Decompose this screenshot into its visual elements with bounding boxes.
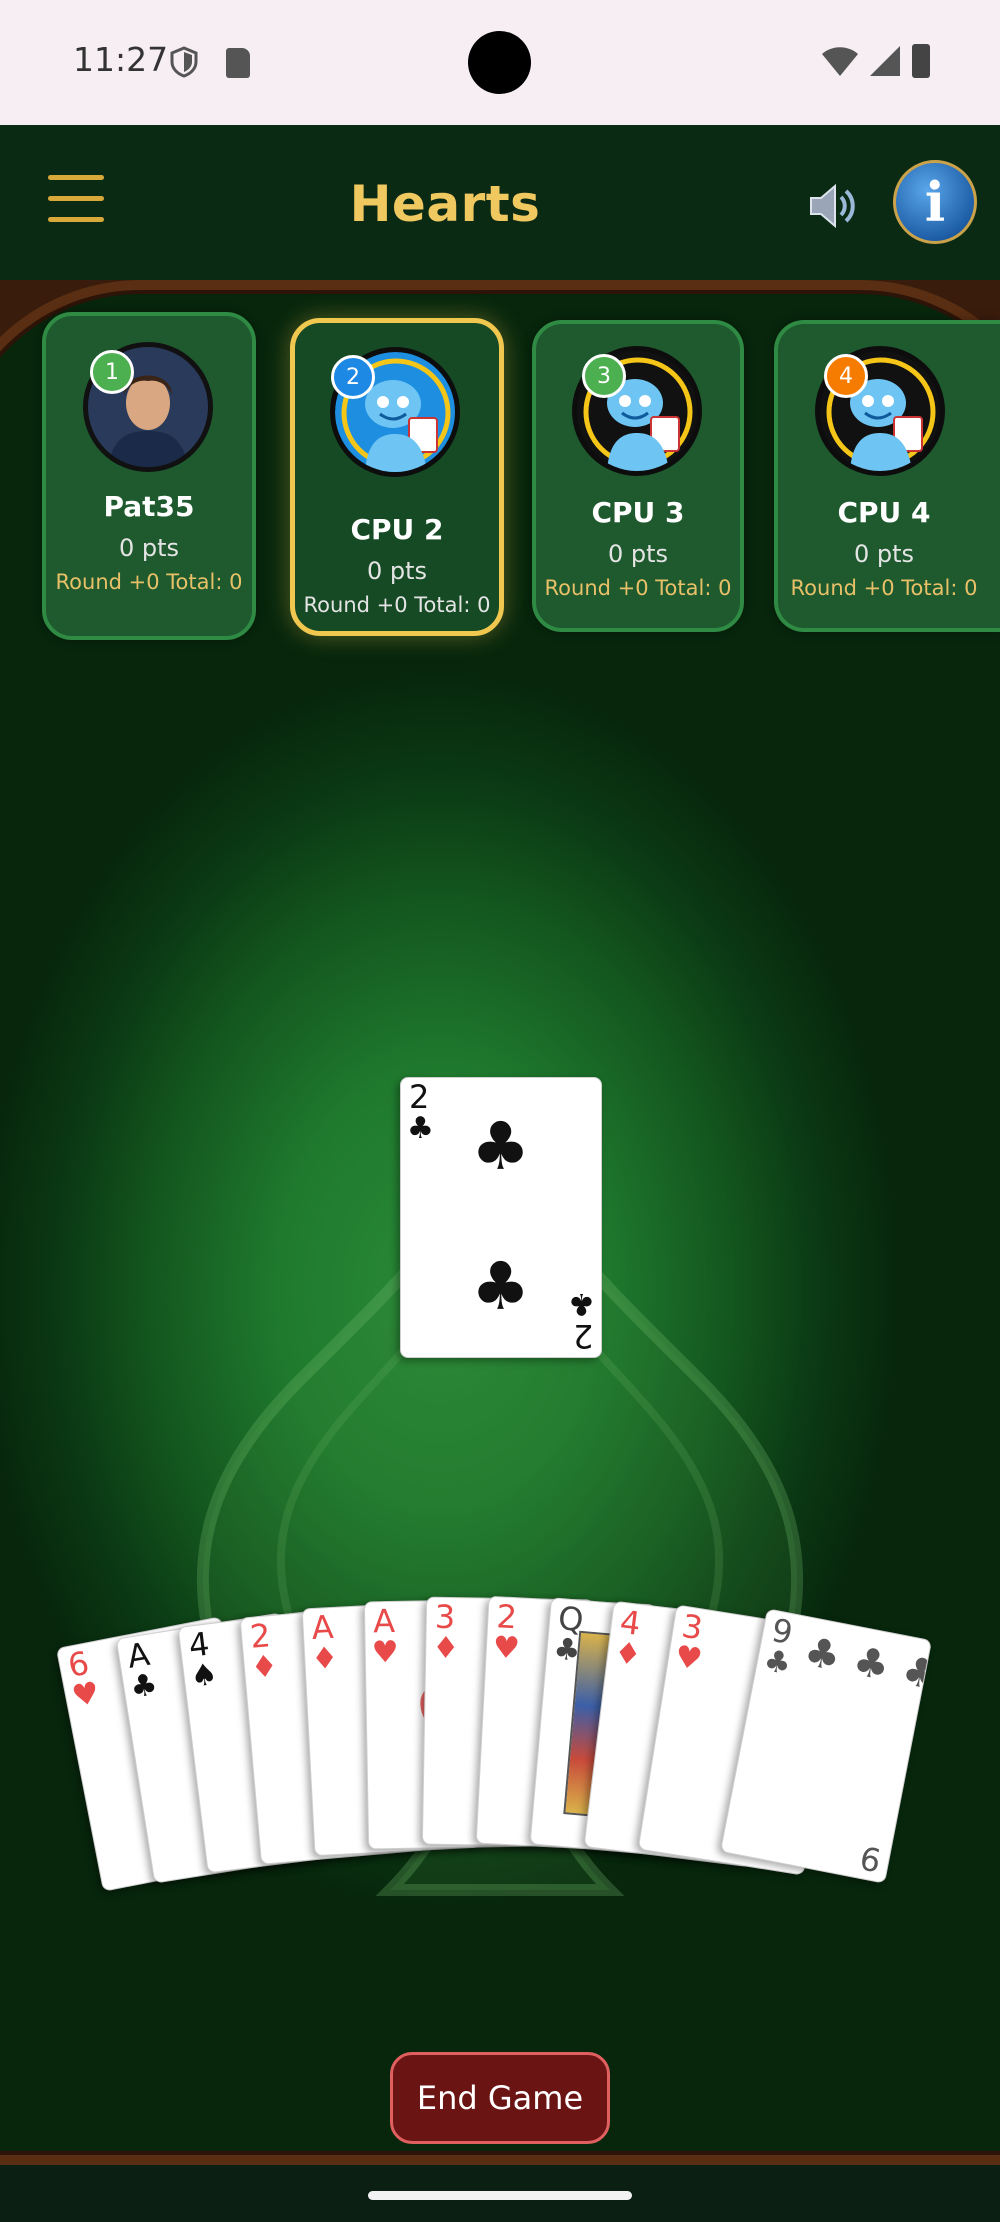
card-suit: ♦ [612,1635,644,1674]
card-rank-bottom: 2 [572,1317,593,1355]
card-suit: ♠ [188,1656,220,1695]
card-suit: ♦ [310,1640,340,1678]
player-badge: 2 [331,355,375,399]
player-points: 0 pts [118,534,180,562]
player-round-total: Round +0 Total: 0 [544,576,732,600]
player-badge: 1 [90,350,134,394]
signal-icon [870,46,900,76]
page-title: Hearts [349,175,541,233]
card-rank-bottom: 9 [856,1837,884,1880]
player-name: CPU 4 [837,496,931,529]
wifi-icon [822,47,858,76]
player-round-total: Round +0 Total: 0 [303,593,491,617]
player-round-total: Round +0 Total: 0 [55,570,243,594]
player-name: CPU 3 [591,496,685,529]
info-icon[interactable]: i [893,160,977,244]
card-suit: ♥ [491,1630,521,1667]
card-suit: ♥ [69,1675,103,1715]
speaker-icon[interactable] [805,180,861,232]
played-card: 2 ♣ ♣ ♣ ♣ 2 [400,1077,602,1358]
player-round-total: Round +0 Total: 0 [790,576,978,600]
card-suit: ♥ [672,1639,705,1678]
player-points: 0 pts [607,540,669,568]
card-suit: ♣ [407,1111,434,1146]
card-suit: ♣ [127,1666,160,1706]
player-points: 0 pts [853,540,915,568]
end-game-button[interactable]: End Game [390,2052,610,2144]
card-rank: A [372,1601,396,1641]
card-suit: ♣ [760,1642,794,1683]
player-name: CPU 2 [350,513,444,546]
player-card-3: 3 CPU 3 0 pts Round +0 Total: 0 [532,320,744,632]
camera-cutout [468,31,531,94]
sd-card-icon [226,48,250,78]
player-points: 0 pts [366,557,428,585]
home-handle[interactable] [368,2191,632,2200]
player-badge: 3 [582,354,626,398]
player-card-2: 2 CPU 2 0 pts Round +0 Total: 0 [290,318,504,636]
card-rank: 3 [434,1597,456,1637]
player-card-1: 1 Pat35 0 pts Round +0 Total: 0 [42,312,256,640]
battery-icon [912,44,930,78]
card-suit: ♦ [431,1630,460,1667]
card-rank: A [310,1607,335,1648]
card-suit-bottom: ♣ [568,1286,595,1321]
player-badge: 4 [824,354,868,398]
card-pip: ♣ [471,1248,531,1325]
card-rank: 2 [495,1597,518,1637]
card-pips: ♣♣♣♣♣♣♣♣ [800,1628,933,1703]
shield-icon [170,46,198,78]
player-name: Pat35 [103,490,195,523]
player-card-4: 4 CPU 4 0 pts Round +0 Total: 0 [774,320,1000,632]
status-bar: 11:27 [0,0,1000,125]
card-rank: 2 [409,1078,430,1116]
card-pip: ♣ [471,1108,531,1185]
card-suit: ♥ [371,1634,399,1671]
app-header: Hearts i [0,125,1000,280]
status-time: 11:27 [73,40,169,79]
card-suit: ♦ [249,1648,280,1686]
